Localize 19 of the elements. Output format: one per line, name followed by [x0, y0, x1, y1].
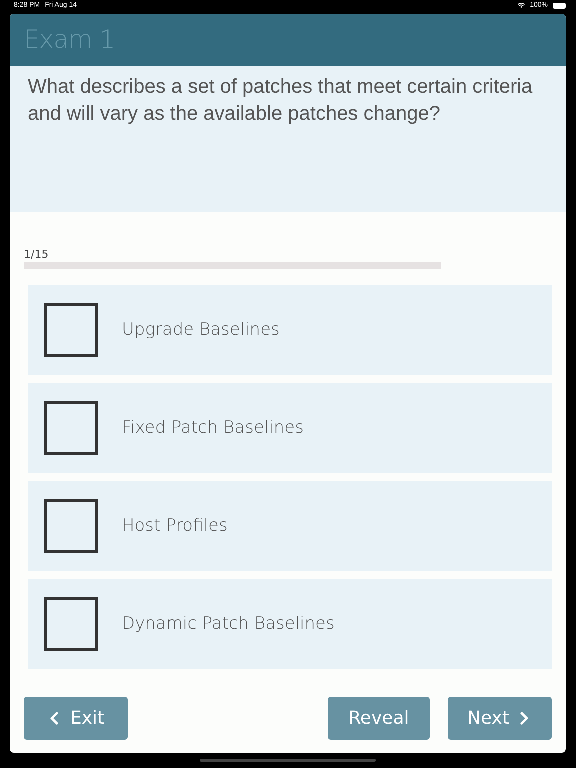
battery-icon	[553, 2, 566, 9]
answer-option[interactable]: Host Profiles	[28, 480, 552, 571]
exit-button[interactable]: Exit	[24, 697, 128, 740]
next-button[interactable]: Next	[448, 697, 552, 740]
option-label: Upgrade Baselines	[122, 320, 280, 340]
checkbox[interactable]	[44, 596, 98, 651]
option-label: Fixed Patch Baselines	[122, 418, 304, 438]
reveal-button[interactable]: Reveal	[328, 697, 430, 740]
checkbox[interactable]	[44, 498, 98, 553]
checkbox[interactable]	[44, 400, 98, 455]
answer-option[interactable]: Fixed Patch Baselines	[28, 382, 552, 473]
wifi-icon	[518, 2, 526, 10]
question-text: What describes a set of patches that meet certain criteria and will vary as the available patches change?	[28, 74, 534, 127]
progress-label: 1/15	[24, 248, 50, 261]
answer-option[interactable]: Upgrade Baselines	[28, 284, 552, 375]
answer-option[interactable]: Dynamic Patch Baselines	[28, 578, 552, 669]
option-label: Host Profiles	[122, 516, 228, 536]
option-label: Dynamic Patch Baselines	[122, 614, 335, 634]
checkbox[interactable]	[44, 302, 98, 357]
